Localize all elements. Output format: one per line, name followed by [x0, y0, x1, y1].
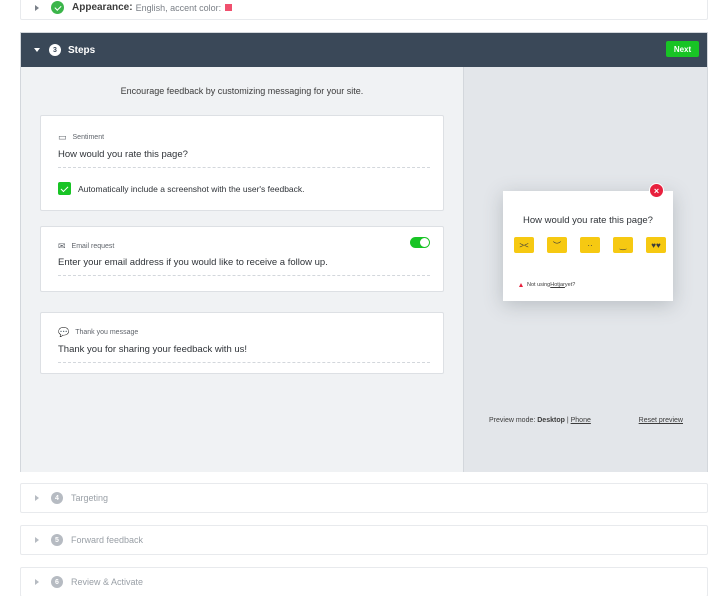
- steps-header[interactable]: 3 Steps Next: [21, 33, 707, 67]
- widget-footer: Not using Hotjar yet?: [519, 282, 575, 288]
- email-request-toggle[interactable]: [410, 237, 430, 248]
- email-request-label: Email request: [71, 243, 115, 250]
- caret-down-icon: [34, 48, 40, 52]
- thank-you-card[interactable]: 💬 Thank you message Thank you for sharin…: [40, 312, 444, 374]
- divider: [58, 275, 430, 276]
- screenshot-checkbox[interactable]: [58, 182, 71, 195]
- widget-question: How would you rate this page?: [523, 215, 653, 226]
- step-number-badge: 4: [51, 492, 63, 504]
- thank-you-label: Thank you message: [75, 329, 139, 336]
- step-targeting[interactable]: 4 Targeting: [20, 483, 708, 513]
- preview-mode-desktop[interactable]: Desktop: [537, 417, 565, 424]
- speech-bubble-icon: 💬: [58, 327, 70, 337]
- hotjar-link[interactable]: Hotjar: [550, 282, 565, 288]
- email-request-card[interactable]: ✉ Email request Enter your email address…: [40, 226, 444, 292]
- accent-color-swatch: [225, 4, 233, 11]
- step-number-badge: 5: [51, 534, 63, 546]
- step-review-activate[interactable]: 6 Review & Activate: [20, 567, 708, 596]
- sentiment-icon: ▭: [58, 132, 67, 142]
- feedback-widget-preview: × How would you rate this page? >< ︶ ·· …: [503, 183, 673, 301]
- next-button[interactable]: Next: [666, 41, 699, 57]
- step-title: Review & Activate: [71, 577, 144, 587]
- step-number-badge: 6: [51, 576, 63, 588]
- steps-intro: Encourage feedback by customizing messag…: [120, 86, 364, 96]
- steps-title: Steps: [68, 44, 96, 56]
- email-request-text[interactable]: Enter your email address if you would li…: [58, 257, 328, 268]
- preview-mode-phone[interactable]: Phone: [571, 417, 591, 424]
- step-title: Forward feedback: [71, 535, 144, 545]
- step-title: Targeting: [71, 493, 109, 503]
- caret-right-icon: [35, 495, 39, 501]
- divider: [58, 362, 430, 363]
- steps-section: 3 Steps Next Encourage feedback by custo…: [20, 32, 708, 472]
- emoji-neutral-icon[interactable]: ··: [580, 237, 600, 253]
- screenshot-checkbox-label: Automatically include a screenshot with …: [78, 183, 305, 194]
- check-circle-icon: [51, 1, 64, 14]
- steps-editor: Encourage feedback by customizing messag…: [21, 67, 463, 472]
- sentiment-question[interactable]: How would you rate this page?: [58, 149, 188, 160]
- hotjar-logo-icon: [519, 283, 523, 287]
- caret-right-icon: [35, 579, 39, 585]
- emoji-dislike-icon[interactable]: ︶: [547, 237, 567, 253]
- emoji-love-icon[interactable]: ♥♥: [646, 237, 666, 253]
- thank-you-text[interactable]: Thank you for sharing your feedback with…: [58, 344, 247, 355]
- preview-mode: Preview mode: Desktop | Phone: [489, 417, 591, 424]
- preview-pane: × How would you rate this page? >< ︶ ·· …: [463, 67, 707, 472]
- step-number-badge: 3: [49, 44, 61, 56]
- appearance-title: Appearance:: [72, 2, 133, 13]
- step-appearance[interactable]: Appearance: English, accent color:: [20, 0, 708, 20]
- sentiment-label: Sentiment: [72, 134, 105, 141]
- divider: [58, 167, 430, 168]
- caret-right-icon: [35, 4, 39, 11]
- emoji-like-icon[interactable]: ‿: [613, 237, 633, 253]
- reset-preview-link[interactable]: Reset preview: [639, 417, 683, 424]
- caret-right-icon: [35, 537, 39, 543]
- appearance-subtitle: English, accent color:: [135, 2, 222, 13]
- step-forward-feedback[interactable]: 5 Forward feedback: [20, 525, 708, 555]
- sentiment-card[interactable]: ▭ Sentiment How would you rate this page…: [40, 115, 444, 211]
- close-icon[interactable]: ×: [649, 183, 664, 198]
- emoji-rating-row: >< ︶ ·· ‿ ♥♥: [514, 237, 666, 253]
- emoji-hate-icon[interactable]: ><: [514, 237, 534, 253]
- envelope-icon: ✉: [58, 241, 66, 251]
